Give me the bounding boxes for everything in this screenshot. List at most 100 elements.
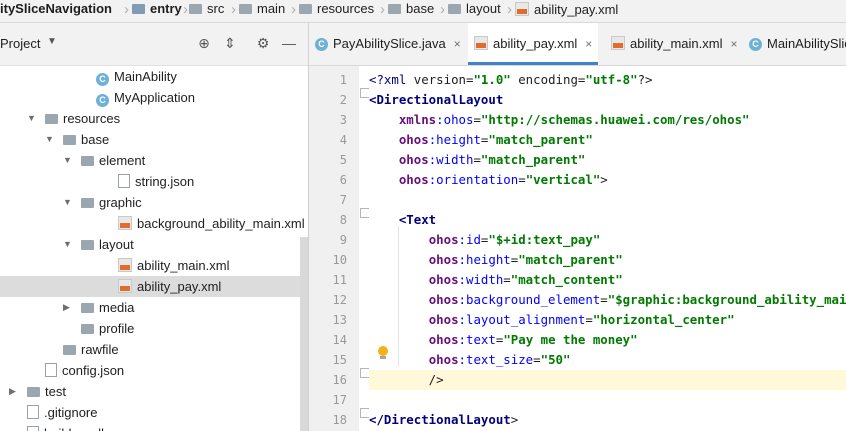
tree-item-text: ability_pay.xml [137, 279, 222, 294]
folder-icon [81, 156, 94, 166]
tab-payabilityslice-java[interactable]: C PayAbilitySlice.java × [315, 23, 461, 65]
code-line[interactable]: ohos:text="Pay me the money" [369, 330, 846, 350]
tree-item-text: graphic [99, 195, 142, 210]
tree-item[interactable]: rawfile [0, 339, 308, 360]
chevron-down-icon[interactable]: ▼ [63, 192, 72, 213]
breadcrumb-item[interactable]: entry [132, 0, 182, 22]
breadcrumb-project[interactable]: itySliceNavigation [0, 0, 112, 22]
breadcrumb-item[interactable]: ability_pay.xml [515, 0, 618, 22]
code-line[interactable]: <DirectionalLayout [369, 90, 846, 110]
code-line[interactable]: ohos:height="match_parent" [369, 130, 846, 150]
breadcrumb-item[interactable]: base [388, 0, 434, 22]
code-line[interactable] [369, 190, 846, 210]
tree-item[interactable]: ability_main.xml [0, 255, 308, 276]
code-line[interactable] [369, 390, 846, 410]
code-line[interactable]: ohos:height="match_parent" [369, 250, 846, 270]
project-view-selector[interactable]: Project [0, 36, 40, 51]
java-class-icon: C [96, 73, 109, 86]
tree-item[interactable]: build.gradle [0, 423, 308, 431]
crosshair-icon[interactable]: ⊕ [196, 35, 212, 51]
tab-mainabilityslice[interactable]: CMainAbilitySlice [749, 23, 846, 65]
code-line[interactable]: xmlns:ohos="http://schemas.huawei.com/re… [369, 110, 846, 130]
tree-item-label: config.json [45, 360, 124, 381]
tree-item[interactable]: C MainAbility [0, 66, 308, 87]
code-line[interactable]: ohos:background_element="$graphic:backgr… [369, 290, 846, 310]
lightbulb-icon[interactable] [377, 346, 389, 360]
chevron-down-icon[interactable]: ▼ [47, 36, 57, 47]
tree-item[interactable]: ▶ test [0, 381, 308, 402]
tree-item[interactable]: ▼ resources [0, 108, 308, 129]
code-line[interactable]: </DirectionalLayout> [369, 410, 846, 430]
chevron-right-icon: › [380, 1, 385, 18]
file-icon [27, 405, 39, 419]
folder-icon [189, 4, 202, 14]
folder-icon [63, 345, 76, 355]
breadcrumb-item[interactable]: resources [299, 0, 374, 22]
tree-item[interactable]: background_ability_main.xml [0, 213, 308, 234]
breadcrumb-item[interactable]: src [189, 0, 224, 22]
close-icon[interactable]: × [585, 37, 592, 51]
code-line[interactable]: <Text [369, 210, 846, 230]
code-line[interactable]: ohos:text_size="50" [369, 350, 846, 370]
chevron-down-icon[interactable]: ▼ [45, 129, 54, 150]
line-number: 18 [332, 413, 347, 427]
folder-icon [81, 324, 94, 334]
chevron-down-icon[interactable]: ▼ [27, 108, 36, 129]
tree-item-label: .gitignore [27, 402, 97, 423]
code-line[interactable]: ohos:width="match_content" [369, 270, 846, 290]
chevron-down-icon[interactable]: ▼ [63, 150, 72, 171]
close-icon[interactable]: × [454, 37, 461, 51]
tree-item[interactable]: ▶ media [0, 297, 308, 318]
tree-item[interactable]: ability_pay.xml [0, 276, 308, 297]
code-line[interactable]: ohos:id="$+id:text_pay" [369, 230, 846, 250]
chevron-down-icon[interactable]: ▼ [63, 234, 72, 255]
tree-item-text: element [99, 153, 146, 168]
line-number: 8 [339, 213, 347, 227]
code-line[interactable]: ohos:width="match_parent" [369, 150, 846, 170]
chevron-right-icon[interactable]: ▶ [63, 297, 70, 318]
project-tree: C MainAbility C MyApplication ▼ resources ▼ bas… [0, 66, 308, 431]
line-number: 12 [332, 293, 347, 307]
tree-item-label: C MyApplication [96, 87, 195, 108]
code-line[interactable]: ohos:layout_alignment="horizontal_center… [369, 310, 846, 330]
tree-item-text: media [99, 300, 135, 315]
folder-icon [81, 303, 94, 313]
tree-item[interactable]: ▼ layout [0, 234, 308, 255]
folder-icon [239, 4, 252, 14]
tree-item[interactable]: profile [0, 318, 308, 339]
tree-item[interactable]: .gitignore [0, 402, 308, 423]
breadcrumb: itySliceNavigation › entry › src › main … [0, 0, 846, 23]
line-number: 9 [339, 233, 347, 247]
tree-item[interactable]: ▼ element [0, 150, 308, 171]
tree-item[interactable]: ▼ base [0, 129, 308, 150]
tree-item[interactable]: string.json [0, 171, 308, 192]
xml-file-icon [515, 2, 529, 16]
tree-item[interactable]: ▼ graphic [0, 192, 308, 213]
indent-guide [398, 226, 399, 366]
tree-item-label: media [81, 297, 134, 318]
chevron-right-icon: › [124, 1, 129, 18]
close-icon[interactable]: × [730, 37, 737, 51]
chevron-right-icon[interactable]: ▶ [9, 381, 16, 402]
code-editor[interactable]: <?xml version="1.0" encoding="utf-8"?> <D… [369, 66, 846, 431]
folder-icon [388, 4, 401, 14]
code-line[interactable]: ohos:orientation="vertical"> [369, 170, 846, 190]
tab-ability-pay-xml[interactable]: ability_pay.xml × [468, 23, 599, 65]
collapse-icon[interactable]: ⇕ [222, 35, 238, 51]
tree-item-label: profile [81, 318, 134, 339]
tree-item-text: config.json [62, 363, 125, 378]
line-number: 6 [339, 173, 347, 187]
tree-scrollbar[interactable] [300, 237, 308, 431]
folder-icon [299, 4, 312, 14]
gear-icon[interactable]: ⚙ [255, 35, 271, 51]
folder-icon [81, 240, 94, 250]
code-line[interactable]: /> [369, 370, 846, 390]
code-line[interactable]: <?xml version="1.0" encoding="utf-8"?> [369, 70, 846, 90]
tree-item-label: string.json [118, 171, 194, 192]
tree-item[interactable]: config.json [0, 360, 308, 381]
breadcrumb-item[interactable]: layout [448, 0, 501, 22]
tab-ability-main-xml[interactable]: ability_main.xml × [611, 23, 738, 65]
minimize-icon[interactable]: — [281, 35, 297, 51]
breadcrumb-item[interactable]: main [239, 0, 285, 22]
tree-item[interactable]: C MyApplication [0, 87, 308, 108]
